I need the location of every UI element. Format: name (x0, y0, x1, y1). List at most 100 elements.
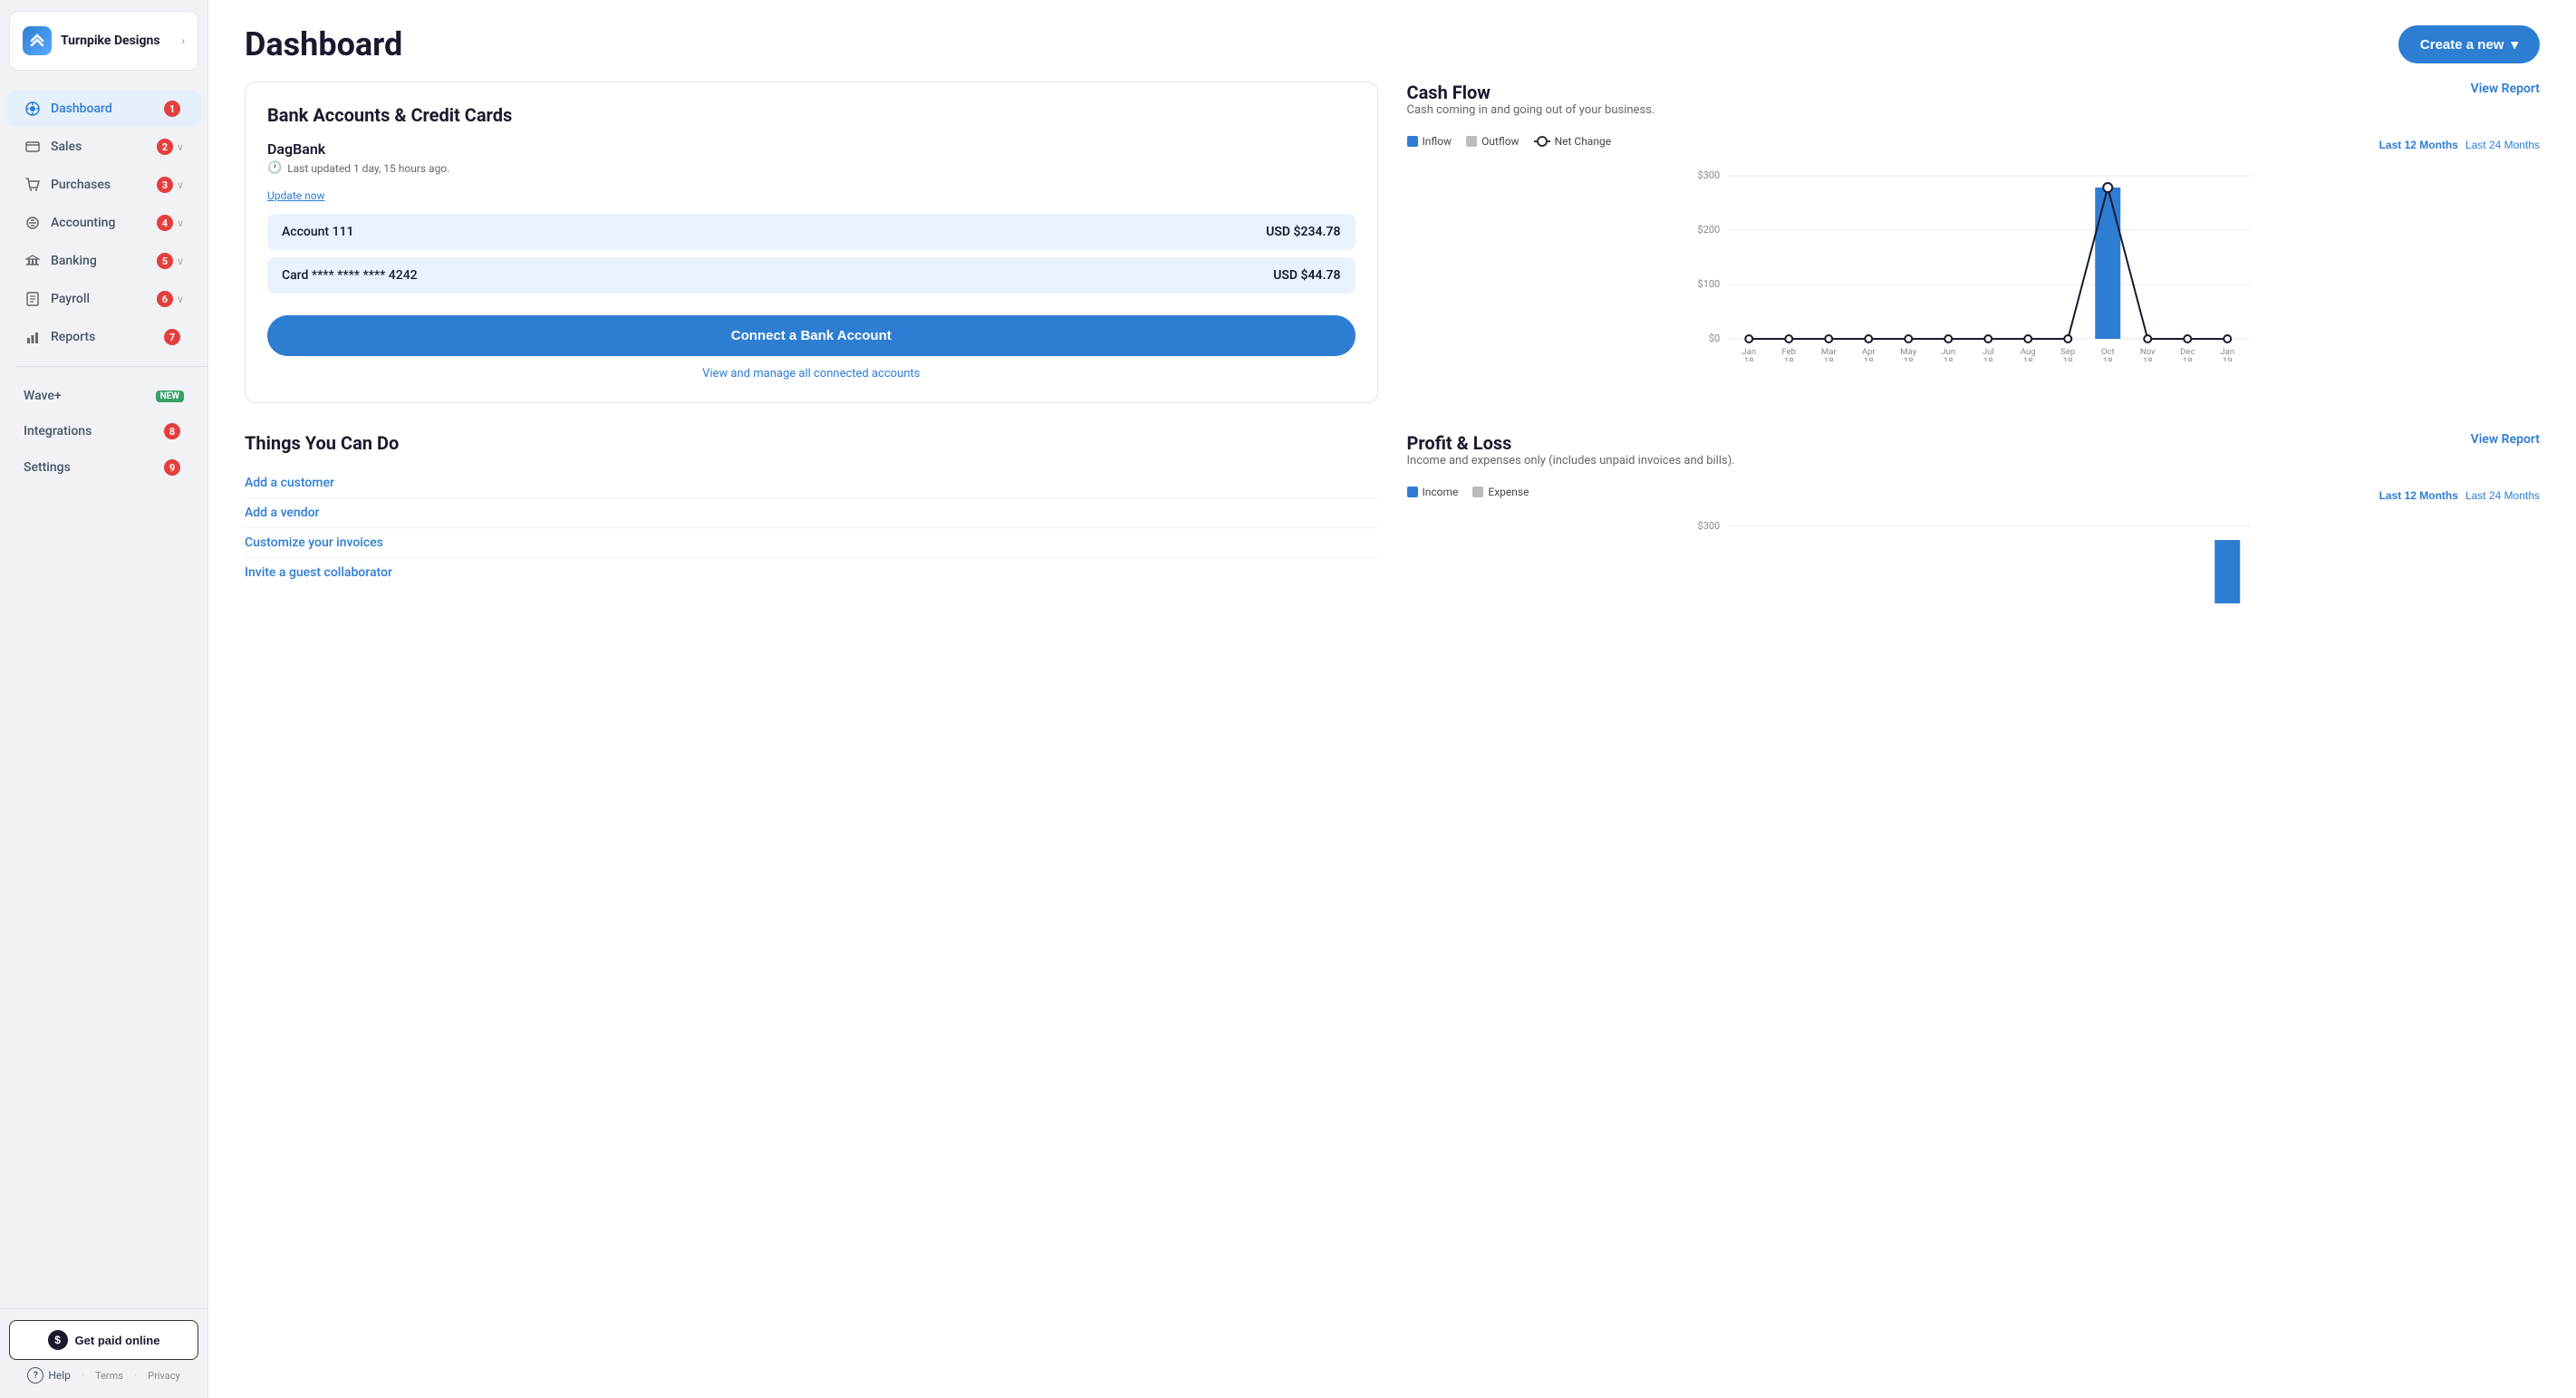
profit-loss-time-toggles: Last 12 Months Last 24 Months (2379, 489, 2540, 502)
create-btn-label: Create a new (2420, 37, 2504, 53)
payroll-chevron-icon: ∨ (177, 294, 184, 305)
purchases-badge: 3 (157, 177, 173, 193)
main-header: Dashboard Create a new ▾ (208, 0, 2576, 82)
outflow-label: Outflow (1481, 135, 1519, 148)
footer-separator: · (82, 1369, 84, 1382)
legend-inflow: Inflow (1407, 135, 1452, 148)
integrations-badge: 8 (164, 423, 180, 439)
profit-loss-view-report-link[interactable]: View Report (2471, 432, 2540, 447)
invite-collaborator-link[interactable]: Invite a guest collaborator (245, 558, 1378, 587)
sidebar-item-settings[interactable]: Settings 9 (7, 450, 200, 485)
payroll-label: Payroll (51, 292, 157, 306)
svg-text:18: 18 (2062, 356, 2072, 362)
profit-loss-desc: Income and expenses only (includes unpai… (1407, 454, 1735, 468)
help-label: Help (48, 1369, 71, 1382)
profit-loss-title: Profit & Loss (1407, 432, 1735, 454)
company-chevron-icon: › (181, 34, 185, 47)
legend-income: Income (1407, 486, 1459, 498)
cash-flow-24m-toggle[interactable]: Last 24 Months (2465, 139, 2540, 151)
income-label: Income (1423, 486, 1459, 498)
sales-icon (24, 138, 42, 156)
connect-bank-button[interactable]: Connect a Bank Account (267, 315, 1356, 356)
sidebar-item-purchases[interactable]: Purchases 3 ∨ (7, 167, 200, 203)
sidebar-item-reports[interactable]: Reports 7 (7, 319, 200, 355)
profit-loss-section: Profit & Loss Income and expenses only (… (1407, 432, 2541, 607)
footer-separator2: · (134, 1369, 137, 1382)
profit-loss-legend: Income Expense (1407, 486, 1529, 498)
svg-text:$0: $0 (1708, 333, 1719, 344)
help-button[interactable]: ? Help (27, 1367, 71, 1384)
privacy-link[interactable]: Privacy (148, 1370, 180, 1382)
cash-flow-desc: Cash coming in and going out of your bus… (1407, 103, 1655, 117)
get-paid-label: Get paid online (75, 1334, 160, 1347)
main-area: Dashboard Create a new ▾ Bank Accounts &… (208, 0, 2576, 1398)
profit-loss-chart-svg: $300 (1407, 513, 2541, 603)
svg-text:18: 18 (2102, 356, 2112, 362)
sidebar-item-integrations[interactable]: Integrations 8 (7, 414, 200, 448)
svg-text:18: 18 (2142, 356, 2152, 362)
sidebar-item-dashboard[interactable]: Dashboard 1 (7, 91, 200, 127)
sales-chevron-icon: ∨ (177, 141, 184, 153)
reports-badge: 7 (164, 329, 180, 345)
sidebar-item-accounting[interactable]: Accounting 4 ∨ (7, 205, 200, 241)
sidebar-item-wave-plus[interactable]: Wave+ NEW (7, 380, 200, 412)
account-row-0: Account 111 USD $234.78 (267, 214, 1356, 250)
add-vendor-link[interactable]: Add a vendor (245, 498, 1378, 528)
expense-label: Expense (1488, 486, 1529, 498)
bank-name: DagBank (267, 140, 1356, 158)
svg-text:18: 18 (1983, 356, 1992, 362)
legend-expense: Expense (1472, 486, 1529, 498)
sidebar-item-banking[interactable]: Banking 5 ∨ (7, 243, 200, 279)
cash-flow-time-toggles: Last 12 Months Last 24 Months (2379, 139, 2540, 151)
secondary-nav-divider (16, 366, 207, 376)
purchases-label: Purchases (51, 178, 157, 192)
things-todo-title: Things You Can Do (245, 432, 1378, 454)
inflow-legend-dot (1407, 136, 1418, 147)
view-accounts-link[interactable]: View and manage all connected accounts (267, 367, 1356, 381)
pl-24m-toggle[interactable]: Last 24 Months (2465, 489, 2540, 502)
inflow-label: Inflow (1423, 135, 1452, 148)
terms-link[interactable]: Terms (95, 1370, 123, 1382)
get-paid-button[interactable]: $ Get paid online (9, 1320, 198, 1360)
profit-loss-title-group: Profit & Loss Income and expenses only (… (1407, 432, 1735, 478)
add-customer-link[interactable]: Add a customer (245, 468, 1378, 498)
reports-icon (24, 328, 42, 346)
bank-update-row: 🕐 Last updated 1 day, 15 hours ago. (267, 161, 1356, 175)
dashboard-badge: 1 (164, 101, 180, 117)
update-now-link[interactable]: Update now (267, 189, 325, 202)
sidebar-footer: $ Get paid online ? Help · Terms · Priva… (0, 1308, 207, 1398)
sidebar-item-sales[interactable]: Sales 2 ∨ (7, 129, 200, 165)
banking-badge: 5 (157, 253, 173, 269)
bank-accounts-card: Bank Accounts & Credit Cards DagBank 🕐 L… (245, 82, 1378, 403)
cash-flow-header: Cash Flow Cash coming in and going out o… (1407, 82, 2541, 128)
svg-text:18: 18 (1823, 356, 1833, 362)
customize-invoices-link[interactable]: Customize your invoices (245, 528, 1378, 558)
svg-text:18: 18 (1903, 356, 1913, 362)
income-legend-dot (1407, 487, 1418, 497)
svg-text:18: 18 (2182, 356, 2192, 362)
account-1-name: Card **** **** **** 4242 (282, 268, 418, 283)
dashboard-label: Dashboard (51, 101, 164, 116)
accounting-chevron-icon: ∨ (177, 217, 184, 229)
profit-loss-header: Profit & Loss Income and expenses only (… (1407, 432, 2541, 478)
company-name: Turnpike Designs (61, 34, 181, 48)
last-updated-text: Last updated 1 day, 15 hours ago. (287, 162, 449, 175)
sidebar: Turnpike Designs › Dashboard 1 (0, 0, 208, 1398)
cash-flow-12m-toggle[interactable]: Last 12 Months (2379, 139, 2458, 151)
account-row-1: Card **** **** **** 4242 USD $44.78 (267, 257, 1356, 294)
bank-accounts-title: Bank Accounts & Credit Cards (267, 104, 1356, 126)
create-new-button[interactable]: Create a new ▾ (2398, 25, 2540, 63)
account-0-amount: USD $234.78 (1266, 225, 1340, 239)
reports-label: Reports (51, 330, 164, 344)
svg-text:18: 18 (1783, 356, 1793, 362)
wave-plus-label: Wave+ (24, 389, 150, 403)
pl-12m-toggle[interactable]: Last 12 Months (2379, 489, 2458, 502)
company-selector[interactable]: Turnpike Designs › (9, 11, 198, 71)
cash-flow-chart-area: $300 $200 $100 $0 (1407, 162, 2541, 365)
cash-flow-title-group: Cash Flow Cash coming in and going out o… (1407, 82, 1655, 128)
banking-chevron-icon: ∨ (177, 255, 184, 267)
banking-label: Banking (51, 254, 157, 268)
sidebar-item-payroll[interactable]: Payroll 6 ∨ (7, 281, 200, 317)
cash-flow-view-report-link[interactable]: View Report (2471, 82, 2540, 96)
new-badge: NEW (156, 390, 184, 402)
